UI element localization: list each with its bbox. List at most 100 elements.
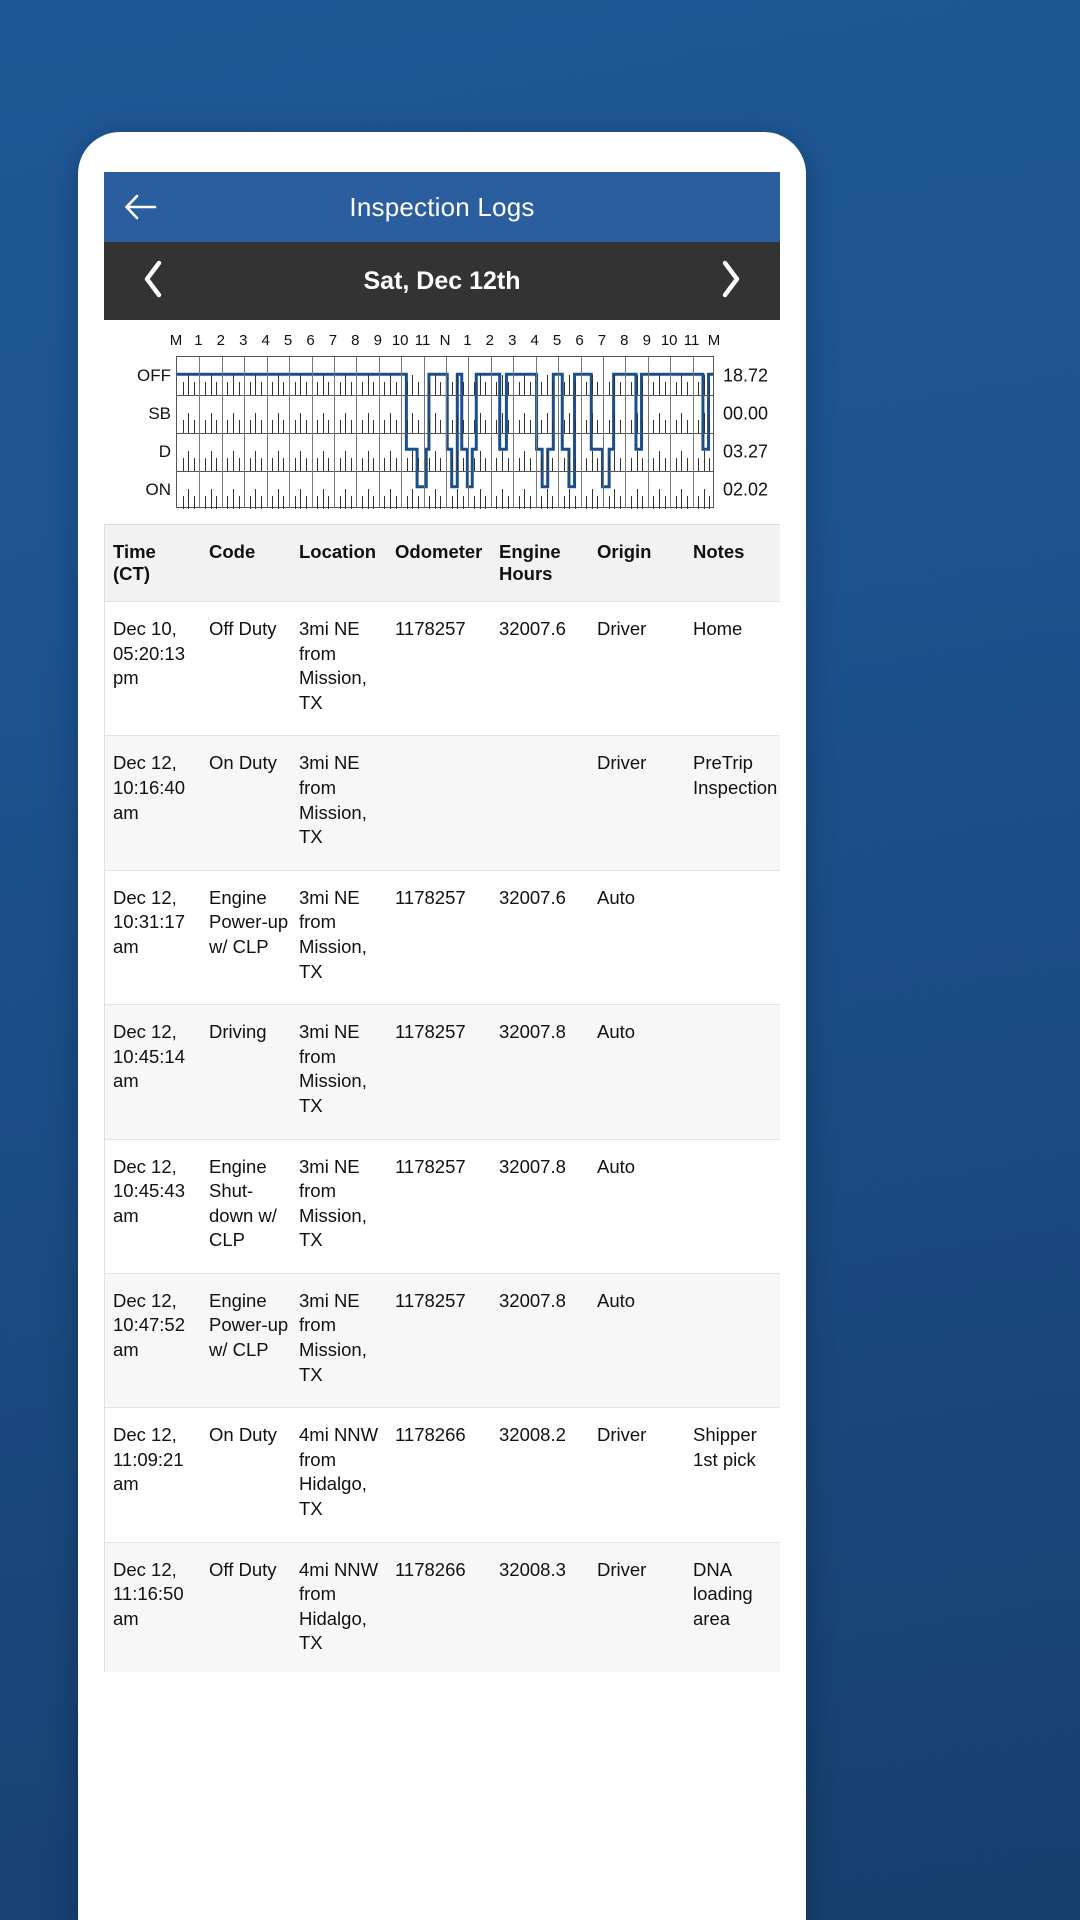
grid-quarter-tick	[277, 489, 279, 509]
table-row[interactable]: Dec 12, 10:47:52 am Engine Power-up w/ CL…	[105, 1273, 780, 1409]
grid-quarter-tick	[395, 496, 397, 509]
grid-quarter-tick	[457, 375, 459, 395]
grid-quarter-tick	[518, 458, 520, 471]
grid-quarter-tick	[485, 458, 487, 471]
cell-location: 3mi NE from Mission, TX	[299, 1139, 395, 1274]
grid-quarter-tick	[300, 375, 302, 395]
table-row[interactable]: Dec 12, 10:31:17 am Engine Power-up w/ CL…	[105, 870, 780, 1006]
table-row[interactable]: Dec 12, 11:09:21 am On Duty 4mi NNW from H…	[105, 1407, 780, 1543]
table-row[interactable]: Dec 12, 11:16:50 am Off Duty 4mi NNW from …	[105, 1542, 780, 1672]
grid-quarter-tick	[563, 420, 565, 433]
grid-quarter-tick	[417, 420, 419, 433]
grid-quarter-tick	[294, 458, 296, 471]
grid-quarter-tick	[216, 496, 218, 509]
grid-quarter-tick	[339, 382, 341, 395]
col-header-location: Location	[299, 524, 395, 602]
hour-tick-label: 9	[373, 332, 382, 349]
cell-code: On Duty	[209, 735, 299, 871]
grid-quarter-tick	[300, 489, 302, 509]
table-row[interactable]: Dec 10, 05:20:13 pm Off Duty 3mi NE from M…	[105, 601, 780, 737]
cell-origin: Auto	[597, 1139, 693, 1274]
grid-quarter-tick	[255, 489, 257, 509]
grid-quarter-tick	[328, 496, 330, 509]
grid-quarter-tick	[294, 496, 296, 509]
hour-tick-label: 3	[508, 332, 517, 349]
grid-quarter-tick	[619, 420, 621, 433]
grid-quarter-tick	[591, 375, 593, 395]
grid-vline	[513, 357, 515, 507]
graph-grid: OFF 18.72 SB 00.00 D 03.27 ON 02.02	[137, 356, 768, 509]
grid-quarter-tick	[686, 458, 688, 471]
cell-code: On Duty	[209, 1407, 299, 1543]
grid-quarter-tick	[227, 458, 229, 471]
next-day-button[interactable]	[708, 251, 754, 311]
grid-quarter-tick	[496, 420, 498, 433]
grid-quarter-tick	[619, 496, 621, 509]
table-row[interactable]: Dec 12, 10:16:40 am On Duty 3mi NE from Mi…	[105, 735, 780, 871]
grid-quarter-tick	[328, 458, 330, 471]
grid-quarter-tick	[703, 375, 705, 395]
grid-quarter-tick	[350, 458, 352, 471]
grid-quarter-tick	[406, 420, 408, 433]
grid-quarter-tick	[451, 496, 453, 509]
grid-quarter-tick	[608, 496, 610, 509]
grid-quarter-tick	[698, 382, 700, 395]
grid-quarter-tick	[216, 458, 218, 471]
grid-quarter-tick	[373, 420, 375, 433]
cell-engine-hours: 32007.8	[499, 1139, 597, 1274]
grid-quarter-tick	[305, 458, 307, 471]
prev-day-button[interactable]	[130, 251, 176, 311]
grid-quarter-tick	[238, 420, 240, 433]
grid-quarter-tick	[305, 420, 307, 433]
table-row[interactable]: Dec 12, 10:45:14 am Driving 3mi NE from Mi…	[105, 1004, 780, 1140]
grid-quarter-tick	[233, 489, 235, 509]
grid-quarter-tick	[569, 451, 571, 471]
grid-quarter-tick	[462, 420, 464, 433]
hour-tick-label: 7	[597, 332, 607, 349]
grid-quarter-tick	[210, 451, 212, 471]
cell-time: Dec 12, 10:45:14 am	[105, 1004, 209, 1140]
table-header-row: Time (CT) Code Location Odometer Engine …	[105, 524, 780, 602]
current-date-label: Sat, Dec 12th	[363, 266, 521, 295]
grid-hline	[177, 433, 713, 434]
grid-quarter-tick	[451, 458, 453, 471]
grid-quarter-tick	[541, 420, 543, 433]
grid-quarter-tick	[541, 496, 543, 509]
grid-quarter-tick	[563, 496, 565, 509]
grid-quarter-tick	[345, 489, 347, 509]
cell-notes	[693, 1273, 780, 1409]
hour-tick-label: 6	[575, 332, 584, 349]
grid-quarter-tick	[255, 451, 257, 471]
back-button[interactable]	[104, 172, 178, 242]
arrow-left-icon	[124, 194, 158, 220]
hour-tick-label: 9	[642, 332, 651, 349]
grid-vline	[221, 357, 223, 507]
grid-quarter-tick	[395, 420, 397, 433]
grid-quarter-tick	[642, 420, 644, 433]
cell-location: 4mi NNW from Hidalgo, TX	[299, 1542, 395, 1672]
hour-tick-label: 1	[194, 332, 203, 349]
hour-tick-label: 4	[261, 332, 270, 349]
grid-quarter-tick	[412, 413, 414, 433]
grid-quarter-tick	[317, 458, 319, 471]
grid-quarter-tick	[698, 458, 700, 471]
hour-tick-label: 7	[328, 332, 338, 349]
grid-quarter-tick	[485, 420, 487, 433]
grid-quarter-tick	[294, 382, 296, 395]
hour-tick-label: 5	[552, 332, 562, 349]
grid-quarter-tick	[261, 382, 263, 395]
log-event-table-container[interactable]: Time (CT) Code Location Odometer Engine …	[104, 524, 780, 1672]
cell-origin: Auto	[597, 1004, 693, 1140]
hour-tick-label: 8	[351, 332, 360, 349]
table-row[interactable]: Dec 12, 10:45:43 am Engine Shut-down w/ C…	[105, 1139, 780, 1274]
graph-hour-axis: M 1 2 3 4 5 6 7 8 9 10 11 N 1 2 3 4 5 6 7 8 9 10 11 M	[170, 332, 721, 356]
grid-quarter-tick	[272, 496, 274, 509]
cell-engine-hours: 32007.6	[499, 601, 597, 737]
grid-quarter-tick	[300, 413, 302, 433]
grid-quarter-tick	[496, 382, 498, 395]
duty-row-total: 18.72	[723, 365, 769, 386]
col-header-time: Time (CT)	[105, 524, 209, 602]
grid-quarter-tick	[373, 496, 375, 509]
grid-quarter-tick	[496, 496, 498, 509]
grid-vline	[446, 357, 447, 507]
